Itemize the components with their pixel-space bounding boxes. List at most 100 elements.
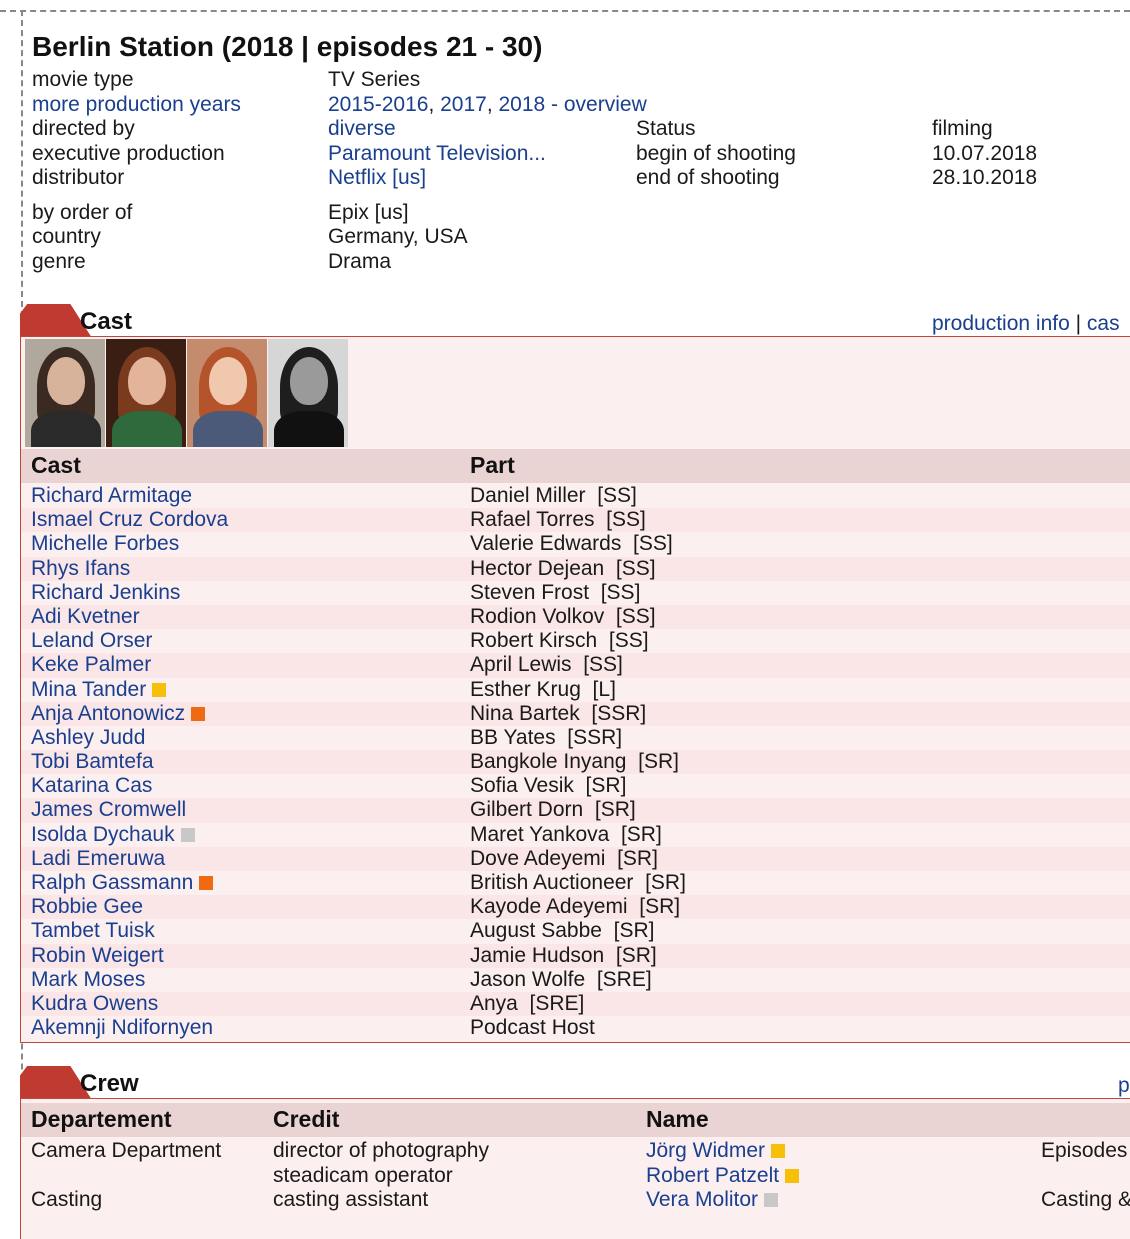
table-row: Richard Armitage Daniel Miller [SS] [21, 484, 1130, 508]
cast-photo-2[interactable] [106, 339, 186, 447]
cast-member-link[interactable]: Tobi Bamtefa [31, 750, 154, 773]
cast-member-link[interactable]: Robin Weigert [31, 944, 164, 967]
cast-member-link[interactable]: Akemnji Ndifornyen [31, 1016, 213, 1039]
crew-extra-cell: Episodes [1041, 1139, 1128, 1162]
cast-panel: Cast Part Richard Armitage Daniel Miller … [20, 336, 1130, 1043]
status-square-icon [764, 1193, 779, 1207]
table-row: Mina Tander Esther Krug [L] [21, 678, 1130, 702]
crew-departement-cell: Camera Department [31, 1139, 222, 1162]
cast-part-cell: Robert Kirsch [SS] [470, 629, 649, 653]
crew-production-link[interactable]: p [1118, 1074, 1130, 1097]
cast-name-cell: Ismael Cruz Cordova [31, 508, 228, 532]
cast-part-cell: Gilbert Dorn [SR] [470, 798, 636, 822]
cast-member-link[interactable]: Keke Palmer [31, 653, 151, 676]
cast-link[interactable]: cas [1087, 312, 1120, 335]
table-row: Akemnji Ndifornyen Podcast Host [21, 1016, 1130, 1040]
crew-member-link[interactable]: Robert Patzelt [646, 1164, 779, 1187]
distributor-link[interactable]: Netflix [us] [328, 166, 426, 189]
crew-section-title: Crew [80, 1070, 139, 1097]
cast-member-link[interactable]: Richard Jenkins [31, 581, 180, 604]
table-row: Casting casting assistant Vera Molitor Cast… [21, 1188, 1130, 1213]
value-country: Germany, USA [328, 225, 468, 248]
cast-part-cell: Sofia Vesik [SR] [470, 774, 627, 798]
value-end-of-shooting: 28.10.2018 [932, 166, 1038, 189]
value-by-order-of: Epix [us] [328, 200, 409, 224]
label-movie-type: movie type [32, 68, 134, 91]
col-header-name: Name [646, 1106, 709, 1132]
cast-name-cell: Akemnji Ndifornyen [31, 1016, 213, 1040]
cast-part-cell: Daniel Miller [SS] [470, 484, 637, 507]
cast-member-link[interactable]: Ladi Emeruwa [31, 847, 165, 870]
year-link-2018-overview[interactable]: 2018 - overview [499, 93, 647, 116]
production-info-link[interactable]: production info [932, 312, 1070, 335]
cast-member-link[interactable]: Ashley Judd [31, 726, 145, 749]
cast-name-cell: Kudra Owens [31, 992, 158, 1016]
cast-member-link[interactable]: Mina Tander [31, 678, 146, 701]
cast-part-cell: Valerie Edwards [SS] [470, 532, 673, 556]
table-row: Katarina Cas Sofia Vesik [SR] [21, 774, 1130, 798]
directed-by-link[interactable]: diverse [328, 117, 396, 140]
cast-name-cell: Ashley Judd [31, 726, 145, 750]
label-country: country [32, 225, 101, 248]
label-end-of-shooting: end of shooting [636, 166, 780, 189]
cast-member-link[interactable]: Ralph Gassmann [31, 871, 193, 894]
cast-member-link[interactable]: Katarina Cas [31, 774, 152, 797]
year-link-2015-2016[interactable]: 2015-2016 [328, 93, 428, 116]
cast-member-link[interactable]: Kudra Owens [31, 992, 158, 1015]
cast-member-link[interactable]: Tambet Tuisk [31, 919, 155, 942]
more-production-years-link[interactable]: more production years [32, 93, 241, 118]
cast-name-cell: James Cromwell [31, 798, 186, 822]
cast-name-cell: Tobi Bamtefa [31, 750, 154, 774]
table-row: Ismael Cruz Cordova Rafael Torres [SS] [21, 508, 1130, 533]
cast-member-link[interactable]: Richard Armitage [31, 484, 192, 507]
cast-name-cell: Ralph Gassmann [31, 871, 214, 895]
table-row: Ladi Emeruwa Dove Adeyemi [SR] [21, 846, 1130, 871]
label-directed-by: directed by [32, 117, 135, 140]
cast-member-link[interactable]: Mark Moses [31, 968, 145, 991]
value-status: filming [932, 117, 993, 140]
crew-member-link[interactable]: Jörg Widmer [646, 1139, 765, 1162]
executive-production-link[interactable]: Paramount Television... [328, 142, 546, 165]
cast-name-cell: Robbie Gee [31, 895, 143, 919]
table-row: Robbie Gee Kayode Adeyemi [SR] [21, 895, 1130, 920]
label-begin-of-shooting: begin of shooting [636, 141, 796, 165]
cast-member-link[interactable]: James Cromwell [31, 798, 186, 821]
production-years: 2015-2016, 2017, 2018 - overview [328, 92, 647, 116]
cast-name-cell: Richard Jenkins [31, 581, 180, 605]
cast-member-link[interactable]: Michelle Forbes [31, 532, 179, 555]
col-header-departement: Departement [31, 1106, 172, 1132]
crew-credit-cell: director of photography [273, 1139, 489, 1162]
table-row: Ashley Judd BB Yates [SSR] [21, 726, 1130, 750]
cast-section-title: Cast [80, 308, 133, 335]
cast-part-cell: Esther Krug [L] [470, 677, 616, 701]
crew-name-cell: Robert Patzelt [646, 1164, 800, 1188]
cast-part-cell: Podcast Host [470, 1016, 595, 1040]
cast-photo-1[interactable] [25, 339, 105, 447]
cast-member-link[interactable]: Adi Kvetner [31, 605, 140, 628]
cast-section-links: production info | cas [932, 312, 1120, 336]
cast-member-link[interactable]: Anja Antonowicz [31, 702, 185, 725]
table-row: Tambet Tuisk August Sabbe [SR] [21, 919, 1130, 943]
cast-part-cell: Hector Dejean [SS] [470, 556, 656, 580]
label-executive-production: executive production [32, 141, 225, 165]
cast-photo-3[interactable] [187, 339, 267, 447]
cast-part-cell: August Sabbe [SR] [470, 919, 655, 943]
crew-section-links: p [1118, 1074, 1130, 1098]
table-row: Mark Moses Jason Wolfe [SRE] [21, 968, 1130, 992]
cast-photo-4[interactable] [268, 339, 348, 447]
cast-part-cell: BB Yates [SSR] [470, 725, 623, 749]
cast-member-link[interactable]: Leland Orser [31, 629, 152, 652]
year-link-2017[interactable]: 2017 [440, 93, 487, 116]
cast-name-cell: Katarina Cas [31, 774, 152, 798]
cast-part-cell: British Auctioneer [SR] [470, 871, 686, 894]
link-separator: | [1075, 312, 1082, 335]
page-title: Berlin Station (2018 | episodes 21 - 30) [32, 31, 543, 62]
cast-member-link[interactable]: Isolda Dychauk [31, 823, 175, 846]
cast-member-link[interactable]: Robbie Gee [31, 895, 143, 918]
cast-member-link[interactable]: Rhys Ifans [31, 557, 130, 580]
table-row: Michelle Forbes Valerie Edwards [SS] [21, 532, 1130, 556]
cast-member-link[interactable]: Ismael Cruz Cordova [31, 508, 228, 531]
cast-name-cell: Rhys Ifans [31, 557, 130, 581]
crew-departement-cell: Casting [31, 1188, 103, 1211]
crew-section-header: Crew p [20, 1066, 1130, 1100]
